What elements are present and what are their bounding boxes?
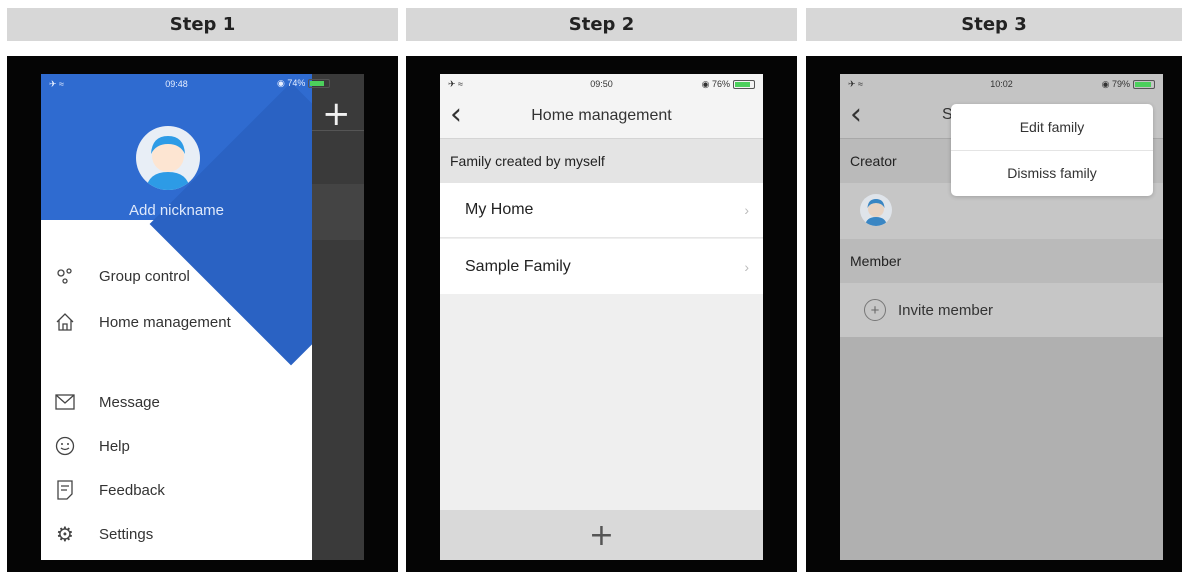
avatar-person-icon xyxy=(865,199,887,226)
signal-icon: ✈ ≈ xyxy=(848,78,863,89)
menu-label: Help xyxy=(99,437,130,455)
side-drawer: ✈ ≈ 09:48 Add nickname Group control Hom… xyxy=(41,74,312,560)
signal-icon: ✈ ≈ xyxy=(448,78,463,89)
invite-member-row[interactable]: + Invite member xyxy=(840,283,1163,337)
chevron-right-icon: › xyxy=(744,202,749,218)
nickname-label[interactable]: Add nickname xyxy=(41,202,312,219)
avatar[interactable] xyxy=(136,126,200,190)
status-bar: ✈ ≈ 09:48 xyxy=(41,74,312,94)
back-chevron-icon[interactable]: ‹ xyxy=(450,98,462,132)
add-icon: + xyxy=(588,517,615,553)
menu-help[interactable]: Help xyxy=(55,430,130,462)
family-row-my-home[interactable]: My Home › xyxy=(440,183,763,238)
status-time: 09:48 xyxy=(165,79,188,89)
section-header: Family created by myself xyxy=(440,139,763,183)
family-name: Sample Family xyxy=(465,257,571,275)
dismiss-family-option[interactable]: Dismiss family xyxy=(951,150,1153,196)
creator-avatar[interactable] xyxy=(860,194,892,226)
edit-family-option[interactable]: Edit family xyxy=(951,104,1153,151)
phone-screen: ✈ ≈ 09:50 ◉ 76% ‹ Home management Family… xyxy=(440,74,763,560)
step-1-header: Step 1 xyxy=(7,8,398,41)
dimmed-main-screen[interactable]: + xyxy=(312,74,364,560)
menu-home-management[interactable]: Home management xyxy=(55,306,231,338)
menu-label: Group control xyxy=(99,267,190,285)
avatar-person-icon xyxy=(146,136,190,190)
add-circle-icon: + xyxy=(864,299,886,321)
page-title: Home management xyxy=(531,107,672,124)
add-family-bar[interactable]: + xyxy=(440,510,763,560)
group-control-icon xyxy=(55,266,75,286)
menu-label: Home management xyxy=(99,313,231,331)
step-2-header: Step 2 xyxy=(406,8,797,41)
step-1-panel: + ✈ ≈ 09:48 Add nickname Group control H… xyxy=(7,56,398,572)
add-button[interactable]: + xyxy=(322,94,351,134)
status-time: 10:02 xyxy=(990,79,1013,89)
step-2-panel: ✈ ≈ 09:50 ◉ 76% ‹ Home management Family… xyxy=(406,56,797,572)
menu-label: Message xyxy=(99,393,160,411)
step-3-panel: ✈ ≈ 10:02 ◉ 79% ‹ S Creator Member + Inv… xyxy=(806,56,1182,572)
smiley-icon xyxy=(55,436,75,456)
gear-icon: ⚙ xyxy=(56,522,74,546)
menu-group-control[interactable]: Group control xyxy=(55,260,190,292)
status-battery: ◉ 74% xyxy=(277,78,331,89)
step-3-header: Step 3 xyxy=(806,8,1182,41)
phone-screen: ✈ ≈ 10:02 ◉ 79% ‹ S Creator Member + Inv… xyxy=(840,74,1163,560)
family-name: My Home xyxy=(465,201,534,218)
back-chevron-icon[interactable]: ‹ xyxy=(850,98,862,132)
status-battery: ◉ 79% xyxy=(1102,79,1155,90)
family-row-sample-family[interactable]: Sample Family › xyxy=(440,239,763,294)
menu-label: Settings xyxy=(99,525,154,543)
menu-feedback[interactable]: Feedback xyxy=(55,474,165,506)
profile-header: ✈ ≈ 09:48 Add nickname xyxy=(41,74,312,366)
invite-member-label: Invite member xyxy=(898,301,994,319)
member-section: Member xyxy=(840,239,1163,283)
family-options-popup: Edit family Dismiss family xyxy=(951,104,1153,196)
status-time: 09:50 xyxy=(590,79,613,89)
envelope-icon xyxy=(55,392,75,412)
feedback-icon xyxy=(55,480,75,500)
signal-icon: ✈ ≈ xyxy=(49,78,64,89)
menu-label: Feedback xyxy=(99,481,165,499)
chevron-right-icon: › xyxy=(744,258,749,275)
nav-bar: ‹ Home management xyxy=(440,94,763,139)
home-icon xyxy=(55,312,75,332)
menu-settings[interactable]: ⚙ Settings xyxy=(55,518,153,550)
status-bar: ✈ ≈ 10:02 ◉ 79% xyxy=(840,74,1163,94)
menu-message[interactable]: Message xyxy=(55,386,160,418)
status-battery: ◉ 76% xyxy=(702,79,755,90)
status-bar: ✈ ≈ 09:50 ◉ 76% xyxy=(440,74,763,94)
